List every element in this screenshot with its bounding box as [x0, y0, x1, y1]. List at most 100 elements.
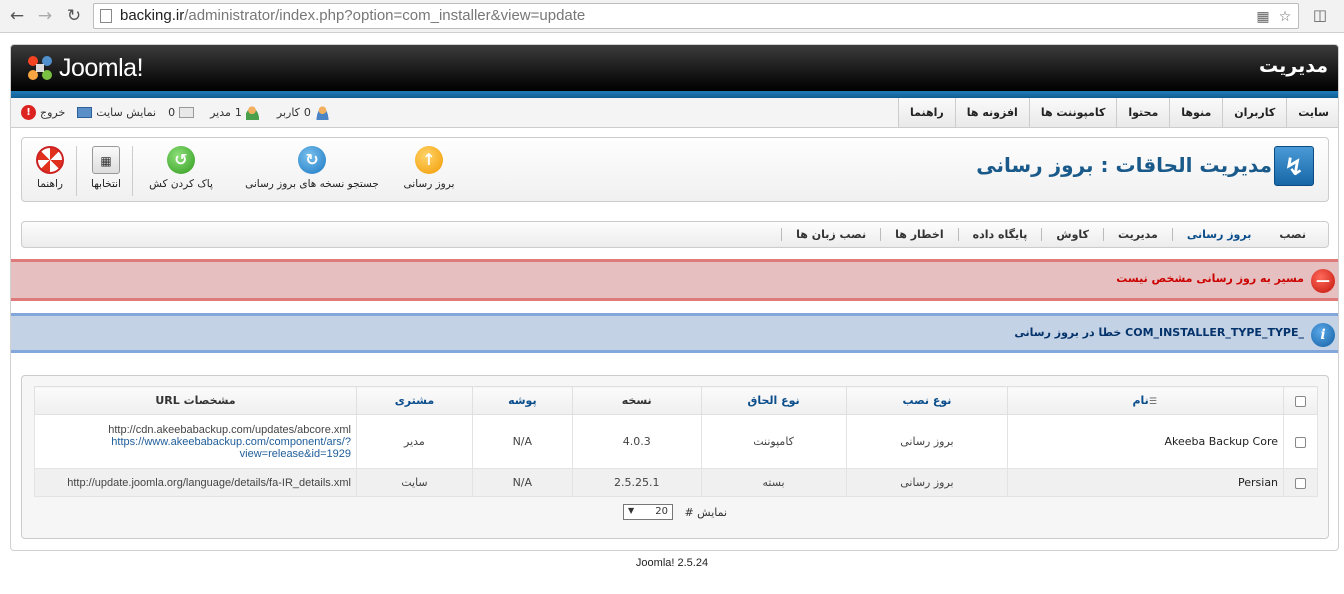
- notice-text: خطا در بروز رسانی COM_INSTALLER_TYPE_TYP…: [1014, 326, 1304, 339]
- status-bar: سایت کاربران منوها محتوا کامپوننت ها افز…: [11, 98, 1338, 128]
- joomla-logo[interactable]: Joomla!: [25, 52, 144, 84]
- admins-label: مدیر: [210, 106, 231, 119]
- info-icon: i: [1311, 323, 1335, 347]
- messages-link[interactable]: 0: [168, 106, 198, 119]
- row-url-line: http://cdn.akeebabackup.com/updates/abco…: [108, 423, 351, 436]
- footer-version: Joomla! 2.5.24: [635, 557, 709, 569]
- row-checkbox[interactable]: [1295, 477, 1307, 489]
- submenu-install-languages[interactable]: نصب زبان ها: [781, 228, 880, 241]
- col-name-label: نام: [1132, 394, 1149, 407]
- purge-icon: ↺: [167, 146, 195, 174]
- row-url-link[interactable]: https://www.akeebabackup.com/component/a…: [40, 436, 351, 448]
- row-name: Persian: [1007, 468, 1285, 497]
- forward-icon[interactable]: →: [34, 5, 56, 27]
- select-all-cell: [1283, 386, 1318, 415]
- address-bar[interactable]: backing.ir/administrator/index.php?optio…: [93, 3, 1299, 29]
- limit-value: 20: [655, 506, 668, 517]
- options-icon: ▦: [92, 146, 120, 174]
- reload-icon[interactable]: ↻: [63, 5, 85, 27]
- row-version: 4.0.3: [571, 414, 702, 469]
- table-header-row: ☰نام نوع نصب نوع الحاق نسخه پوشه مشتری م…: [34, 386, 1318, 415]
- submenu-bar: نصب بروز رسانی مدیریت کاوش پایگاه داده ا…: [21, 221, 1329, 248]
- status-items: ! خروج نمایش سایت 0 مدیر 1 کاربر 0: [21, 98, 346, 127]
- joomla-logo-icon: [28, 56, 52, 80]
- menu-content[interactable]: محتوا: [1116, 98, 1170, 127]
- logout-icon: !: [21, 105, 36, 120]
- error-text: مسیر به روز رسانی مشخص نیست: [1116, 272, 1304, 285]
- menu-help[interactable]: راهنما: [898, 98, 955, 127]
- options-button[interactable]: ▦ انتخابها: [86, 146, 126, 196]
- row-select-cell: [1283, 414, 1318, 469]
- row-url-line: http://update.joomla.org/language/detail…: [67, 476, 351, 489]
- update-button[interactable]: ↑ بروز رسانی: [394, 146, 464, 196]
- row-version: 2.5.25.1: [571, 468, 702, 497]
- translate-icon[interactable]: ▦: [1254, 8, 1272, 26]
- users-status: کاربر 0: [277, 105, 334, 120]
- submenu-install[interactable]: نصب: [1265, 228, 1320, 241]
- menu-site[interactable]: سایت: [1286, 98, 1338, 127]
- header-stripe: [11, 91, 1338, 98]
- sort-icon: ☰: [1148, 397, 1157, 407]
- user-icon: [314, 105, 330, 120]
- submenu-update[interactable]: بروز رسانی: [1171, 228, 1266, 241]
- top-menu: سایت کاربران منوها محتوا کامپوننت ها افز…: [898, 98, 1338, 127]
- page-title: مدیریت الحاقات : بروز رسانی: [976, 153, 1272, 177]
- row-url: http://update.joomla.org/language/detail…: [34, 468, 357, 497]
- select-all-checkbox[interactable]: [1295, 395, 1307, 407]
- admins-status: مدیر 1: [210, 105, 265, 120]
- view-site-link[interactable]: نمایش سایت: [77, 106, 156, 119]
- bookmark-star-icon[interactable]: ☆: [1276, 8, 1294, 26]
- menu-extensions[interactable]: افزونه ها: [954, 98, 1029, 127]
- installer-title-icon: ↯: [1274, 146, 1314, 186]
- menu-components[interactable]: کامپوننت ها: [1028, 98, 1117, 127]
- row-extension-type: بسته: [700, 468, 847, 497]
- col-client[interactable]: مشتری: [355, 386, 473, 415]
- submenu-database[interactable]: پایگاه داده: [957, 228, 1042, 241]
- submenu-manage[interactable]: مدیریت: [1102, 228, 1172, 241]
- menu-menus[interactable]: منوها: [1169, 98, 1223, 127]
- view-site-label: نمایش سایت: [96, 106, 157, 119]
- row-url-link[interactable]: view=release&id=1929: [40, 448, 351, 460]
- toolbar-box: ↯ مدیریت الحاقات : بروز رسانی ↑ بروز رسا…: [21, 137, 1329, 202]
- submenu-warnings[interactable]: اخطار ها: [880, 228, 957, 241]
- options-label: انتخابها: [91, 178, 121, 190]
- pagination: نمایش # ▼ 20: [22, 504, 1328, 524]
- purge-cache-button[interactable]: ↺ پاک کردن کش: [146, 146, 216, 196]
- col-name[interactable]: ☰نام: [1007, 386, 1285, 415]
- row-client: سایت: [355, 468, 473, 497]
- admin-frame: Joomla! مدیریت سایت کاربران منوها محتوا …: [10, 44, 1339, 551]
- row-install-type: بروز رسانی: [845, 414, 1009, 469]
- col-install-type[interactable]: نوع نصب: [845, 386, 1009, 415]
- table-row: Persian بروز رسانی بسته 2.5.25.1 N/A سای…: [34, 468, 1318, 497]
- extension-icon[interactable]: ◫: [1310, 6, 1330, 26]
- help-label: راهنما: [37, 178, 63, 190]
- logout-label: خروج: [40, 106, 66, 119]
- help-button[interactable]: راهنما: [32, 146, 68, 196]
- toolbar-divider: [132, 146, 133, 196]
- admin-user-icon: [245, 105, 261, 120]
- row-url: http://cdn.akeebabackup.com/updates/abco…: [34, 414, 357, 469]
- page-icon: [100, 9, 112, 23]
- limit-select[interactable]: ▼ 20: [622, 504, 673, 520]
- header-title: مدیریت: [1259, 55, 1328, 77]
- admin-header: Joomla! مدیریت: [11, 45, 1338, 91]
- find-updates-button[interactable]: ↻ جستجو نسخه های بروز رسانی: [237, 146, 387, 196]
- menu-users[interactable]: کاربران: [1222, 98, 1287, 127]
- col-url: مشخصات URL: [34, 386, 357, 415]
- row-checkbox[interactable]: [1295, 436, 1307, 448]
- error-message: — مسیر به روز رسانی مشخص نیست: [11, 259, 1338, 301]
- updates-table-box: ☰نام نوع نصب نوع الحاق نسخه پوشه مشتری م…: [21, 375, 1329, 539]
- error-icon: —: [1311, 269, 1335, 293]
- limit-label: نمایش #: [684, 505, 728, 519]
- logout-link[interactable]: ! خروج: [21, 105, 65, 120]
- col-folder[interactable]: پوشه: [471, 386, 573, 415]
- messages-count: 0: [168, 106, 176, 119]
- submenu-items: نصب بروز رسانی مدیریت کاوش پایگاه داده ا…: [781, 222, 1320, 247]
- back-icon[interactable]: ←: [6, 5, 28, 27]
- col-extension-type[interactable]: نوع الحاق: [700, 386, 847, 415]
- update-arrow-icon: ↑: [415, 146, 443, 174]
- url-path: /administrator/index.php?option=com_inst…: [184, 7, 586, 24]
- submenu-discover[interactable]: کاوش: [1041, 228, 1103, 241]
- row-install-type: بروز رسانی: [845, 468, 1009, 497]
- find-updates-label: جستجو نسخه های بروز رسانی: [245, 178, 379, 190]
